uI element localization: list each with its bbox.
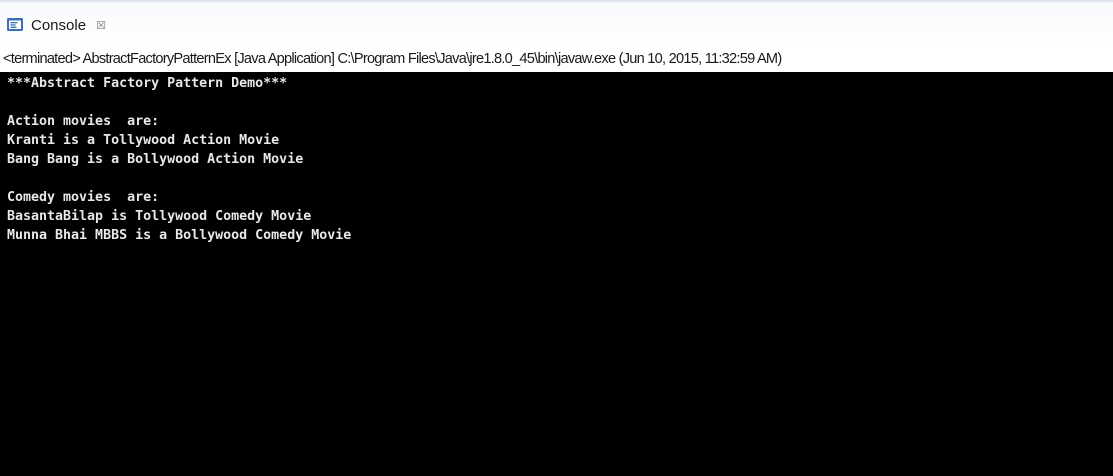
console-line: Bang Bang is a Bollywood Action Movie — [7, 152, 304, 167]
tab-console-label: Console — [31, 16, 87, 34]
console-view: Console ☒ <terminated> AbstractFactoryPa… — [0, 0, 1113, 476]
console-icon — [6, 16, 24, 34]
console-line: Munna Bhai MBBS is a Bollywood Comedy Mo… — [7, 228, 352, 243]
console-line: ***Abstract Factory Pattern Demo*** — [7, 76, 288, 91]
console-line: Action movies are: — [7, 114, 160, 129]
close-icon[interactable]: ☒ — [95, 19, 107, 32]
tab-bar: Console ☒ — [0, 0, 1113, 44]
process-status-line: <terminated> AbstractFactoryPatternEx [J… — [3, 51, 782, 67]
console-output[interactable]: ***Abstract Factory Pattern Demo*** Acti… — [0, 72, 1113, 476]
console-line: Comedy movies are: — [7, 190, 160, 205]
console-line: Kranti is a Tollywood Action Movie — [7, 133, 280, 148]
console-line: BasantaBilap is Tollywood Comedy Movie — [7, 209, 312, 224]
tab-console[interactable]: Console ☒ — [6, 8, 107, 42]
